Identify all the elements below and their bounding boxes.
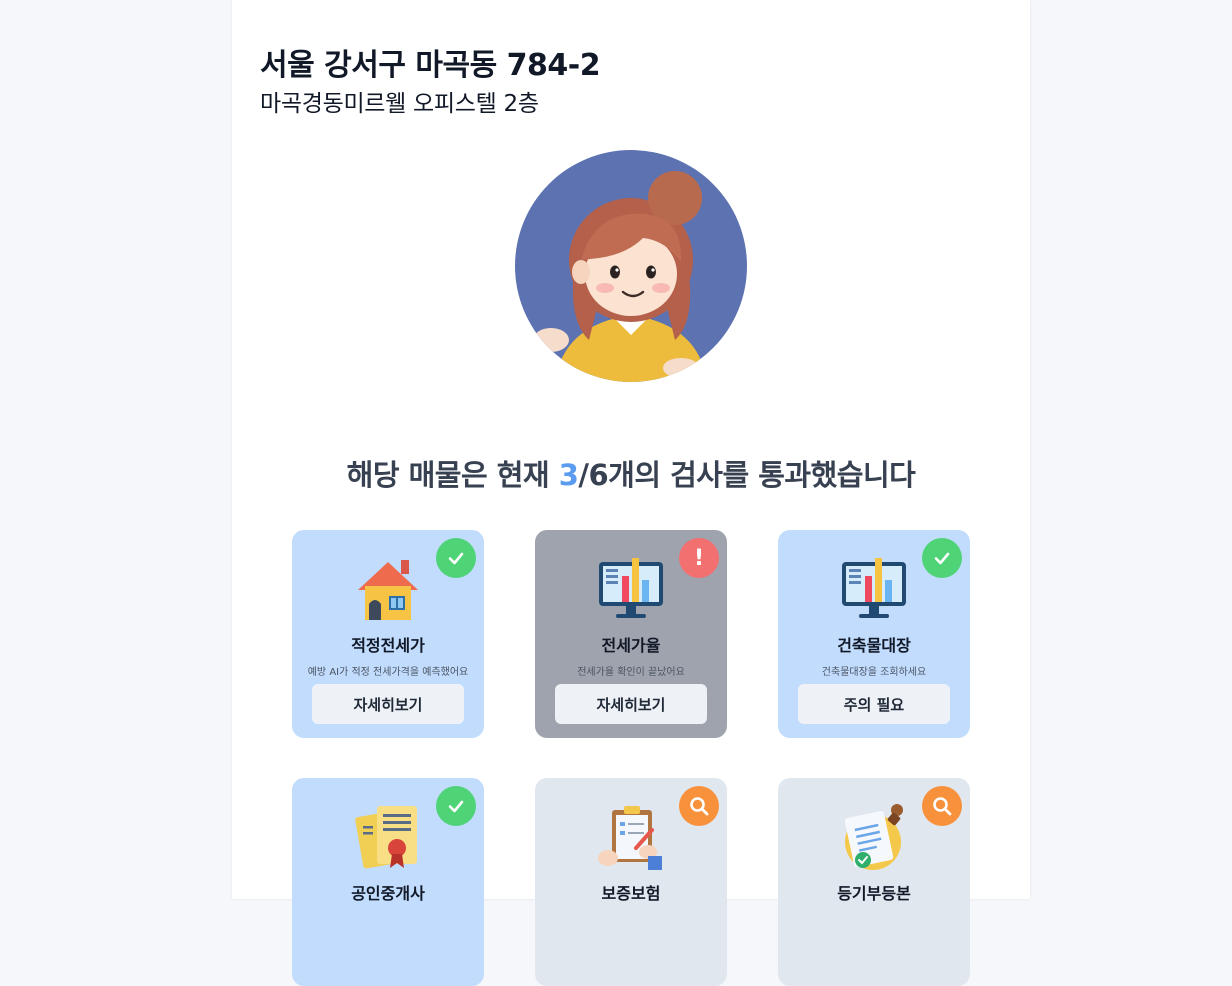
card-label: 건축물대장: [837, 636, 911, 655]
clipboard-icon: [598, 806, 662, 870]
details-button[interactable]: 자세히보기: [312, 684, 464, 724]
exclamation-icon: !: [679, 538, 719, 578]
monitor-chart-icon: [842, 558, 906, 618]
main-panel: 서울 강서구 마곡동 784-2 마곡경동미르웰 오피스텔 2층 해당 매물은 …: [232, 0, 1030, 986]
card-guarantee-insurance[interactable]: 보증보험: [535, 778, 727, 986]
card-label: 전세가율: [601, 636, 661, 655]
check-icon: [436, 786, 476, 826]
caution-button[interactable]: 주의 필요: [798, 684, 950, 724]
inspection-summary: 해당 매물은 현재 3/6개의 검사를 통과했습니다: [232, 452, 1030, 494]
card-description: 전세가율 확인이 끝났어요: [577, 667, 685, 678]
search-icon: [679, 786, 719, 826]
certificate-icon: [355, 806, 417, 869]
card-fair-deposit[interactable]: 적정전세가 예방 AI가 적정 전세가격을 예측했어요 자세히보기: [292, 530, 484, 738]
document-stamp-icon: [844, 804, 903, 870]
summary-suffix: /6개의 검사를 통과했습니다: [578, 458, 916, 492]
card-deposit-ratio[interactable]: ! 전세가율 전세가율 확인이 끝났어요 자세히보기: [535, 530, 727, 738]
check-icon: [436, 538, 476, 578]
card-building-register[interactable]: 건축물대장 건축물대장을 조회하세요 주의 필요: [778, 530, 970, 738]
card-label: 적정전세가: [351, 636, 425, 655]
avatar: [515, 150, 747, 382]
house-icon: [358, 560, 418, 620]
summary-prefix: 해당 매물은 현재: [346, 458, 559, 492]
check-icon: [922, 538, 962, 578]
card-registry[interactable]: 등기부등본: [778, 778, 970, 986]
search-icon: [922, 786, 962, 826]
details-button[interactable]: 자세히보기: [555, 684, 707, 724]
building-subtitle: 마곡경동미르웰 오피스텔 2층: [260, 91, 539, 117]
card-realtor[interactable]: 공인중개사: [292, 778, 484, 986]
monitor-chart-icon: [599, 558, 663, 618]
card-description: 예방 AI가 적정 전세가격을 예측했어요: [307, 667, 469, 678]
card-description: 건축물대장을 조회하세요: [821, 667, 927, 678]
card-label: 보증보험: [601, 884, 661, 903]
card-label: 공인중개사: [351, 884, 425, 903]
address-title: 서울 강서구 마곡동 784-2: [260, 48, 601, 83]
card-label: 등기부등본: [837, 884, 911, 903]
passed-count: 3: [558, 458, 579, 492]
